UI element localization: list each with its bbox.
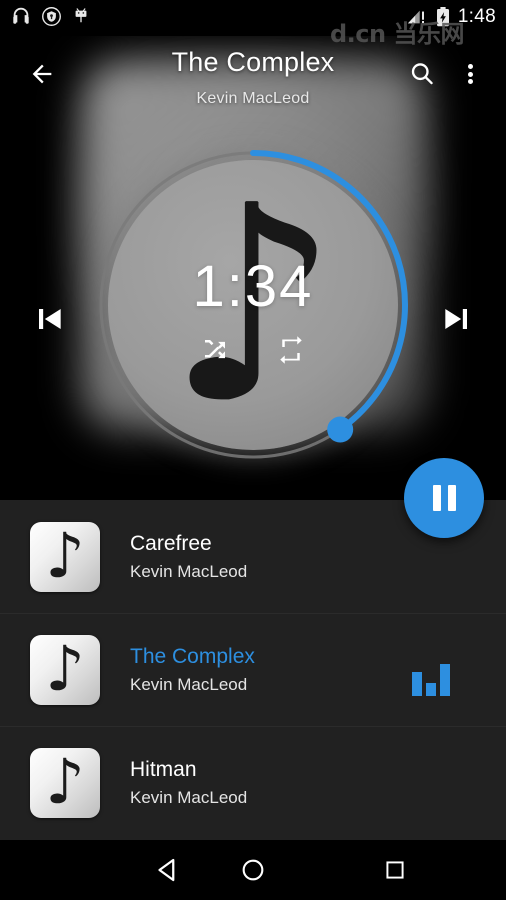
headphones-icon [13,7,29,24]
android-navigation-bar [0,840,506,900]
eq-bar [440,664,450,696]
battery-charging-icon [436,7,449,27]
track-text-block: The Complex Kevin MacLeod [130,642,255,698]
track-text-block: Hitman Kevin MacLeod [130,755,247,811]
track-title: Hitman [130,758,197,781]
search-icon [411,63,433,85]
status-bar-clock: 1:48 [457,6,496,27]
eq-bar [426,683,436,696]
seek-thumb[interactable] [327,416,354,443]
skip-previous-icon [39,309,61,329]
track-thumbnail: ♪ [30,635,100,705]
play-pause-fab[interactable] [404,458,484,538]
android-icon [75,8,87,23]
shuffle-icon [205,340,225,359]
next-track-button[interactable] [434,296,480,342]
track-artist: Kevin MacLeod [130,788,248,807]
status-bar-right-icons: 1:48 [406,4,496,30]
overflow-menu-button[interactable] [448,52,492,96]
repeat-button[interactable] [274,333,308,367]
music-note-icon: ♪ [45,635,85,705]
skip-next-icon [445,309,467,329]
back-button[interactable] [20,52,64,96]
now-playing-panel: The Complex Kevin MacLeod ♪ 1:34 [0,0,506,500]
nav-back-button[interactable] [125,840,209,900]
nav-back-triangle-icon [158,858,175,882]
status-bar-left-icons [10,5,91,27]
nav-recents-button[interactable] [353,840,437,900]
now-playing-equalizer-icon [412,662,450,696]
music-note-icon: ♪ [45,748,85,818]
track-text-block: Carefree Kevin MacLeod [130,529,247,585]
android-music-player-screen: The Complex Kevin MacLeod ♪ 1:34 ♪ Caref… [0,0,506,900]
seek-progress-arc[interactable] [93,145,413,465]
nav-home-button[interactable] [211,840,295,900]
nav-recents-square-icon [386,861,404,879]
track-title: The Complex [130,645,255,668]
search-button[interactable] [400,52,444,96]
eq-bar [412,672,422,696]
nav-home-circle-icon [242,859,264,881]
previous-track-button[interactable] [26,296,72,342]
shuffle-button[interactable] [198,333,232,367]
player-toolbar: The Complex Kevin MacLeod [0,36,506,128]
track-title: Carefree [130,531,212,555]
back-arrow-icon [32,64,52,84]
list-item[interactable]: ♪ The Complex Kevin MacLeod [0,613,506,726]
shield-icon [42,6,61,26]
pause-icon [432,485,456,511]
playlist-list[interactable]: ♪ Carefree Kevin MacLeod ♪ The Complex K… [0,500,506,840]
track-thumbnail: ♪ [30,521,100,592]
track-artist: Kevin MacLeod [130,675,248,694]
track-artist: Kevin MacLeod [130,561,248,581]
music-note-icon: ♪ [45,521,85,592]
list-item[interactable]: ♪ Hitman Kevin MacLeod [0,726,506,839]
track-thumbnail: ♪ [30,748,100,818]
overflow-menu-icon [467,62,473,87]
playback-mode-row [93,333,413,367]
signal-warning-icon [407,10,424,24]
android-status-bar: 1:48 [0,0,506,36]
album-art-seek-control[interactable]: ♪ 1:34 [93,145,413,465]
repeat-icon [280,336,302,364]
